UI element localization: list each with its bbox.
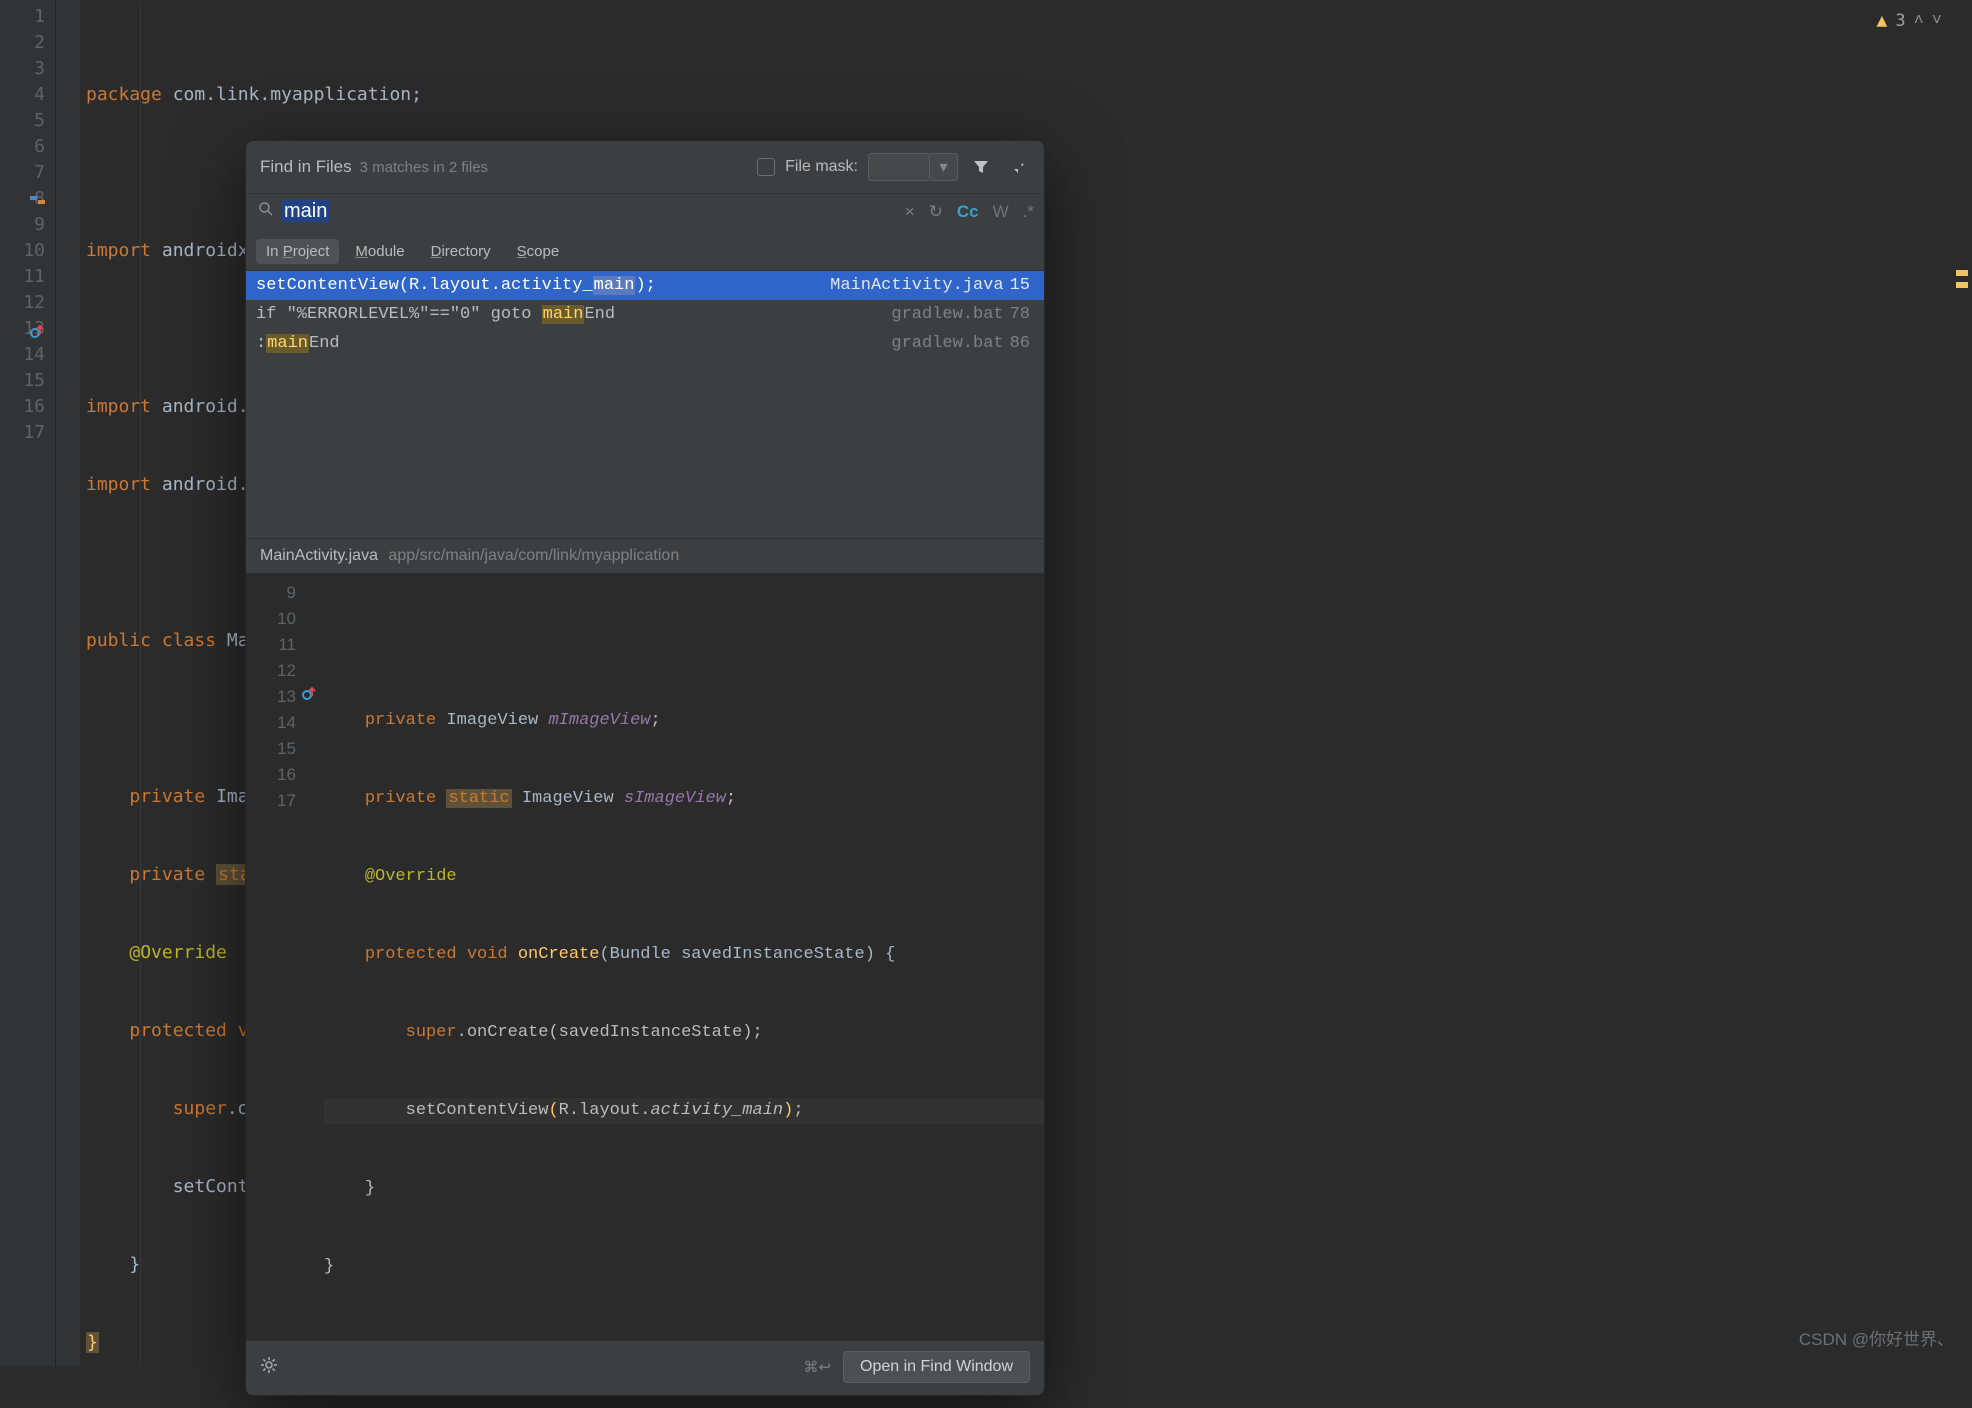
watermark: CSDN @你好世界、	[1799, 1325, 1954, 1350]
words-toggle[interactable]: W	[993, 202, 1009, 222]
result-row[interactable]: :mainEnd gradlew.bat 86	[246, 329, 1044, 358]
warning-count: 3	[1895, 11, 1905, 31]
warning-icon[interactable]: ▲	[1877, 10, 1888, 31]
prev-highlight-icon[interactable]: ˄	[1914, 10, 1924, 31]
shortcut-hint: ⌘↩	[803, 1358, 831, 1376]
next-highlight-icon[interactable]: ˅	[1932, 10, 1942, 31]
pin-icon[interactable]	[1004, 158, 1030, 176]
settings-icon[interactable]	[260, 1356, 278, 1379]
regex-toggle[interactable]: .*	[1023, 202, 1034, 222]
history-icon[interactable]: ↻	[929, 202, 943, 222]
file-mask-label: File mask:	[785, 158, 858, 176]
preview-line-gutter: 9 10 11 12 13 14 15 16 17	[246, 578, 304, 1332]
result-row[interactable]: if "%ERRORLEVEL%"=="0" goto mainEnd grad…	[246, 300, 1044, 329]
search-input[interactable]: main	[282, 200, 905, 223]
tab-in-project[interactable]: In Project	[256, 239, 339, 264]
dialog-footer: ⌘↩ Open in Find Window	[246, 1340, 1044, 1395]
line-no: 3	[0, 56, 45, 82]
line-no: 5	[0, 108, 45, 134]
clear-icon[interactable]: ×	[905, 202, 915, 222]
open-in-find-window-button[interactable]: Open in Find Window	[843, 1351, 1030, 1383]
error-stripe[interactable]	[1954, 0, 1972, 1366]
search-row: main × ↻ Cc W .*	[246, 194, 1044, 233]
match-case-toggle[interactable]: Cc	[957, 202, 979, 222]
dialog-subtitle: 3 matches in 2 files	[360, 159, 488, 176]
line-no: 2	[0, 30, 45, 56]
dialog-title: Find in Files	[260, 157, 352, 177]
line-no: 1	[0, 4, 45, 30]
tab-scope[interactable]: Scope	[507, 239, 570, 264]
line-no: 15	[0, 368, 45, 394]
results-list: setContentView(R.layout.activity_main); …	[246, 271, 1044, 538]
filter-icon[interactable]	[968, 158, 994, 176]
line-no: 6	[0, 134, 45, 160]
tab-module[interactable]: Module	[345, 239, 414, 264]
file-mask-input[interactable]	[868, 153, 930, 181]
file-mask-checkbox[interactable]	[757, 158, 775, 176]
tab-directory[interactable]: Directory	[421, 239, 501, 264]
line-number-gutter: 1 2 3 4 5 6 7 8 9 10 11 12 13 14 15 16 1…	[0, 0, 56, 1366]
line-no: 10	[0, 238, 45, 264]
preview-pane[interactable]: 9 10 11 12 13 14 15 16 17 private ImageV…	[246, 574, 1044, 1340]
result-row[interactable]: setContentView(R.layout.activity_main); …	[246, 271, 1044, 300]
preview-path-text: app/src/main/java/com/link/myapplication	[388, 547, 679, 564]
line-no: 12	[0, 290, 45, 316]
preview-file-path: MainActivity.java app/src/main/java/com/…	[246, 538, 1044, 574]
inspection-bar: ▲ 3 ˄ ˅	[1877, 10, 1943, 31]
line-no: 4	[0, 82, 45, 108]
fold-gutter	[56, 0, 80, 1366]
search-icon	[258, 201, 274, 222]
preview-icon-gutter	[304, 578, 320, 1332]
line-no: 7	[0, 160, 45, 186]
line-no: 17	[0, 420, 45, 446]
line-no: 11	[0, 264, 45, 290]
find-in-files-dialog: Find in Files 3 matches in 2 files File …	[245, 140, 1045, 1396]
preview-code: private ImageView mImageView; private st…	[320, 578, 1044, 1332]
override-up-icon[interactable]	[302, 686, 316, 705]
override-up-icon[interactable]	[30, 320, 44, 346]
structure-icon[interactable]	[30, 190, 46, 216]
preview-filename: MainActivity.java	[260, 547, 378, 564]
scope-tabs: In Project Module Directory Scope	[246, 233, 1044, 271]
line-no: 16	[0, 394, 45, 420]
dialog-header: Find in Files 3 matches in 2 files File …	[246, 141, 1044, 194]
file-mask-dropdown[interactable]: ▾	[930, 153, 958, 181]
